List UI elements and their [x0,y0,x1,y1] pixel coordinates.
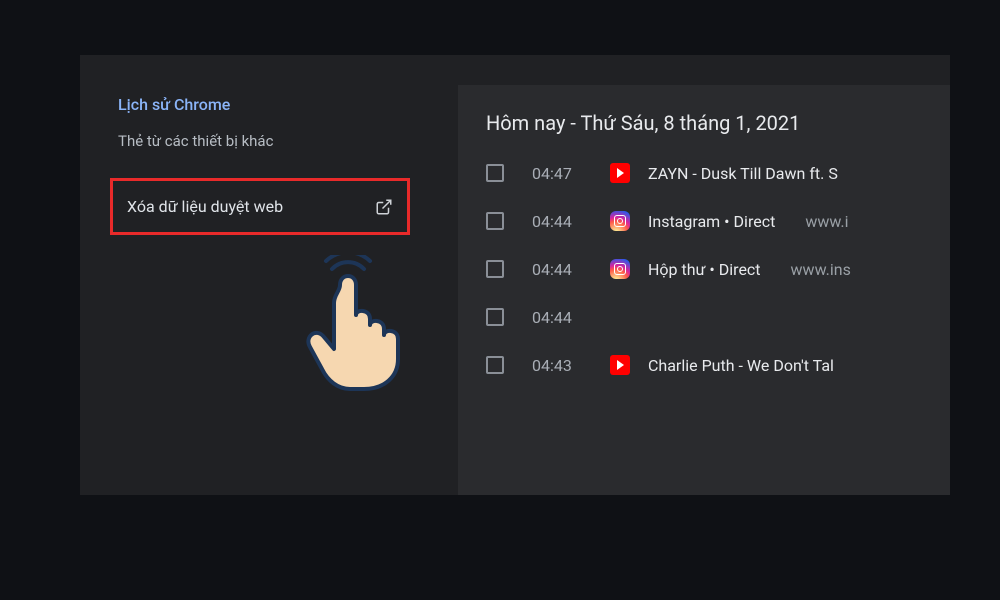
instagram-icon [610,211,630,231]
sidebar-item-label: Lịch sử Chrome [118,95,230,114]
youtube-icon [610,163,630,183]
row-title: ZAYN - Dusk Till Dawn ft. S [648,164,838,183]
sidebar: Lịch sử Chrome Thẻ từ các thiết bị khác … [110,87,430,235]
sidebar-item-history[interactable]: Lịch sử Chrome [110,87,430,122]
row-checkbox[interactable] [486,260,504,278]
row-time: 04:47 [532,164,582,183]
history-rows: 04:47 ZAYN - Dusk Till Dawn ft. S 04:44 … [486,161,950,377]
clear-browsing-data-button[interactable]: Xóa dữ liệu duyệt web [110,178,410,235]
row-time: 04:43 [532,356,582,375]
youtube-icon [610,355,630,375]
row-time: 04:44 [532,212,582,231]
row-title: Hộp thư • Direct [648,260,761,279]
history-panel: Lịch sử Chrome Thẻ từ các thiết bị khác … [80,55,950,495]
row-checkbox[interactable] [486,308,504,326]
history-row[interactable]: 04:44 Hộp thư • Direct www.ins [486,257,950,281]
clear-data-label: Xóa dữ liệu duyệt web [127,197,283,216]
row-time: 04:44 [532,260,582,279]
sidebar-item-other-devices[interactable]: Thẻ từ các thiết bị khác [110,122,430,160]
row-checkbox[interactable] [486,164,504,182]
row-time: 04:44 [532,308,582,327]
row-title: Charlie Puth - We Don't Tal [648,356,834,375]
history-row[interactable]: 04:44 [486,305,950,329]
history-row[interactable]: 04:43 Charlie Puth - We Don't Tal [486,353,950,377]
date-header: Hôm nay - Thứ Sáu, 8 tháng 1, 2021 [486,111,950,135]
row-domain: www.ins [791,260,851,279]
history-list: Hôm nay - Thứ Sáu, 8 tháng 1, 2021 04:47… [458,85,950,495]
history-row[interactable]: 04:47 ZAYN - Dusk Till Dawn ft. S [486,161,950,185]
row-title: Instagram • Direct [648,212,775,231]
row-checkbox[interactable] [486,212,504,230]
open-external-icon [375,198,393,216]
row-domain: www.i [805,212,848,231]
instagram-icon [610,259,630,279]
sidebar-item-label: Thẻ từ các thiết bị khác [118,132,273,150]
row-checkbox[interactable] [486,356,504,374]
history-row[interactable]: 04:44 Instagram • Direct www.i [486,209,950,233]
